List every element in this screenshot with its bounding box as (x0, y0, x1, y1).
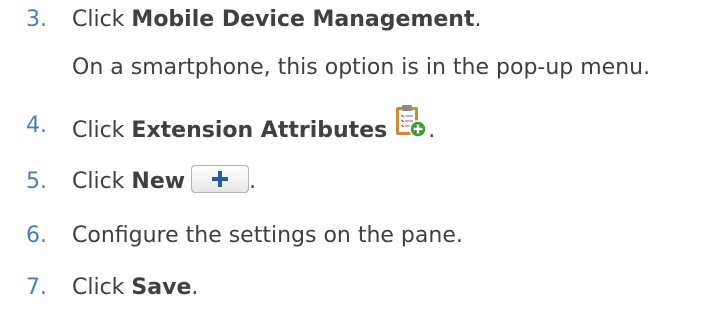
step-bold-label: Save (131, 275, 192, 300)
step-number: 3. (26, 7, 47, 32)
step-text: Click Mobile Device Management. (72, 0, 481, 40)
step-number: 7. (26, 275, 47, 300)
step-3-note: On a smartphone, this option is in the p… (72, 55, 651, 80)
step-prefix: Click (72, 275, 132, 300)
step-bold-label: Extension Attributes (131, 118, 388, 143)
step-suffix: . (249, 169, 257, 194)
step-4: 4. Click Extension Attributes . (0, 105, 708, 146)
step-text: Click Save. (72, 268, 198, 308)
step-suffix: . (474, 7, 482, 32)
step-3: 3. Click Mobile Device Management. (0, 0, 708, 40)
step-number: 4. (26, 113, 47, 138)
step-suffix: . (428, 118, 436, 143)
step-7: 7. Click Save. (0, 268, 708, 308)
step-number: 5. (26, 169, 47, 194)
step-6: 6. Configure the settings on the pane. (0, 216, 708, 256)
step-prefix: Click (72, 7, 132, 32)
step-prefix: Click (72, 169, 132, 194)
step-5: 5. Click New . (0, 162, 708, 202)
plus-button-icon (191, 165, 250, 193)
step-prefix: Click (72, 118, 132, 143)
step-text: Click New . (72, 162, 256, 202)
step-bold-label: New (131, 169, 186, 194)
step-text: Click Extension Attributes . (72, 103, 436, 156)
step-text: Configure the settings on the pane. (72, 223, 463, 248)
step-number: 6. (26, 223, 47, 248)
step-bold-label: Mobile Device Management (131, 7, 475, 32)
clipboard-add-icon (394, 103, 428, 153)
step-suffix: . (191, 275, 199, 300)
